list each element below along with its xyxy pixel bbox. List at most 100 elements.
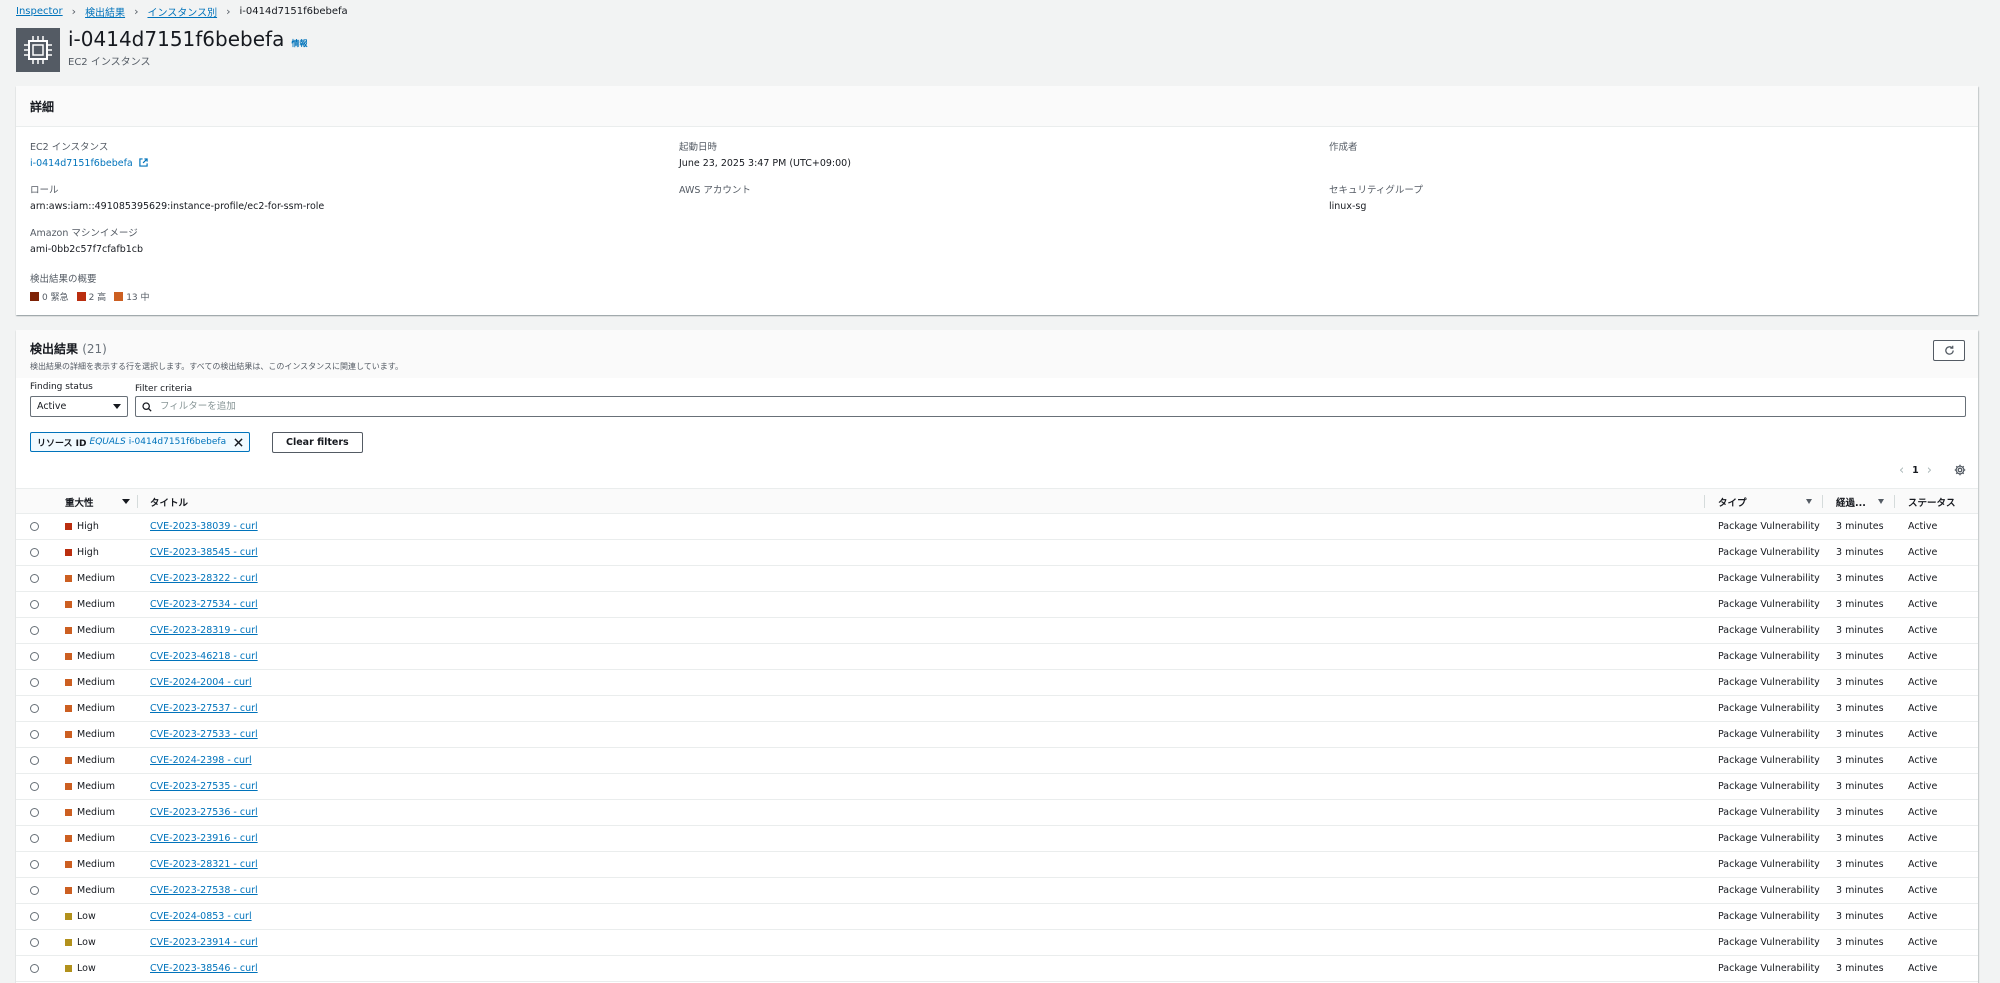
finding-title-link[interactable]: CVE-2023-28322 - curl	[150, 573, 258, 584]
severity-icon	[65, 601, 72, 608]
column-type[interactable]: タイプ	[1718, 489, 1747, 514]
table-row[interactable]: Low CVE-2023-38546 - curl Package Vulnerab…	[16, 956, 1978, 982]
table-row[interactable]: Medium CVE-2023-27533 - curl Package Vulne…	[16, 722, 1978, 748]
findings-header: 検出結果 (21) 検出結果の詳細を表示する行を選択します。すべての検出結果は、…	[16, 330, 1978, 378]
status-cell: Active	[1908, 833, 1938, 844]
finding-status-select[interactable]: Active	[30, 396, 128, 417]
next-page-icon[interactable]: ›	[1927, 463, 1932, 478]
info-link[interactable]: 情報	[292, 39, 308, 48]
breadcrumb-inspector[interactable]: Inspector	[16, 6, 63, 17]
chevron-right-icon: ›	[226, 4, 231, 18]
row-select-radio[interactable]	[30, 592, 39, 617]
age-cell: 3 minutes	[1836, 963, 1884, 974]
table-row[interactable]: Medium CVE-2023-27536 - curl Package Vulne…	[16, 800, 1978, 826]
title-cell: CVE-2023-27538 - curl	[150, 878, 258, 903]
row-select-radio[interactable]	[30, 852, 39, 877]
table-row[interactable]: Medium CVE-2023-46218 - curl Package Vulne…	[16, 644, 1978, 670]
table-row[interactable]: Medium CVE-2023-28321 - curl Package Vulne…	[16, 852, 1978, 878]
finding-title-link[interactable]: CVE-2023-23916 - curl	[150, 833, 258, 844]
external-link-icon[interactable]	[139, 158, 148, 170]
ami-value: ami-0bb2c57f7cfafb1cb	[30, 244, 144, 255]
table-row[interactable]: Medium CVE-2024-2398 - curl Package Vulner…	[16, 748, 1978, 774]
table-row[interactable]: Medium CVE-2023-23916 - curl Package Vulne…	[16, 826, 1978, 852]
column-age[interactable]: 経過...	[1836, 489, 1866, 514]
row-select-radio[interactable]	[30, 956, 39, 981]
settings-gear-icon[interactable]	[1954, 464, 1966, 476]
row-select-radio[interactable]	[30, 800, 39, 825]
column-status[interactable]: ステータス	[1908, 489, 1956, 514]
finding-title-link[interactable]: CVE-2024-2004 - curl	[150, 677, 252, 688]
table-row[interactable]: Low CVE-2023-23914 - curl Package Vulnerab…	[16, 930, 1978, 956]
refresh-icon	[1944, 345, 1954, 355]
type-cell: Package Vulnerability	[1718, 755, 1820, 766]
row-select-radio[interactable]	[30, 826, 39, 851]
security-group-value: linux-sg	[1329, 201, 1367, 212]
table-row[interactable]: Medium CVE-2023-27534 - curl Package Vulne…	[16, 592, 1978, 618]
row-select-radio[interactable]	[30, 618, 39, 643]
table-row[interactable]: Medium CVE-2023-27537 - curl Package Vulne…	[16, 696, 1978, 722]
table-row[interactable]: Medium CVE-2023-27538 - curl Package Vulne…	[16, 878, 1978, 904]
type-cell: Package Vulnerability	[1718, 911, 1820, 922]
finding-title-link[interactable]: CVE-2023-27538 - curl	[150, 885, 258, 896]
row-select-radio[interactable]	[30, 696, 39, 721]
severity-icon	[65, 549, 72, 556]
finding-title-link[interactable]: CVE-2023-27534 - curl	[150, 599, 258, 610]
row-select-radio[interactable]	[30, 540, 39, 565]
summary-medium: 13 中	[114, 290, 150, 303]
row-select-radio[interactable]	[30, 722, 39, 747]
finding-title-link[interactable]: CVE-2023-23914 - curl	[150, 937, 258, 948]
row-select-radio[interactable]	[30, 670, 39, 695]
row-select-radio[interactable]	[30, 904, 39, 929]
finding-title-link[interactable]: CVE-2023-46218 - curl	[150, 651, 258, 662]
finding-title-link[interactable]: CVE-2023-38039 - curl	[150, 521, 258, 532]
finding-title-link[interactable]: CVE-2023-28319 - curl	[150, 625, 258, 636]
table-row[interactable]: High CVE-2023-38039 - curl Package Vulnera…	[16, 514, 1978, 540]
row-select-radio[interactable]	[30, 644, 39, 669]
table-row[interactable]: Medium CVE-2024-2004 - curl Package Vulner…	[16, 670, 1978, 696]
row-select-radio[interactable]	[30, 930, 39, 955]
row-select-radio[interactable]	[30, 514, 39, 539]
previous-page-icon[interactable]: ‹	[1899, 463, 1904, 478]
row-select-radio[interactable]	[30, 748, 39, 773]
severity-icon	[65, 861, 72, 868]
finding-title-link[interactable]: CVE-2023-28321 - curl	[150, 859, 258, 870]
table-row[interactable]: Medium CVE-2023-28319 - curl Package Vulne…	[16, 618, 1978, 644]
finding-status-label: Finding status	[30, 382, 93, 392]
table-row[interactable]: Medium CVE-2023-27535 - curl Package Vulne…	[16, 774, 1978, 800]
remove-filter-icon[interactable]	[234, 437, 243, 447]
finding-title-link[interactable]: CVE-2023-27533 - curl	[150, 729, 258, 740]
severity-icon	[65, 523, 72, 530]
page-number[interactable]: 1	[1912, 465, 1919, 476]
title-cell: CVE-2023-38546 - curl	[150, 956, 258, 981]
sort-desc-icon[interactable]	[122, 499, 130, 504]
row-select-radio[interactable]	[30, 774, 39, 799]
row-select-radio[interactable]	[30, 878, 39, 903]
finding-title-link[interactable]: CVE-2024-2398 - curl	[150, 755, 252, 766]
sort-icon[interactable]	[1878, 499, 1884, 504]
finding-title-link[interactable]: CVE-2024-0853 - curl	[150, 911, 252, 922]
breadcrumb-findings[interactable]: 検出結果	[85, 4, 125, 19]
table-row[interactable]: High CVE-2023-38545 - curl Package Vulnera…	[16, 540, 1978, 566]
table-row[interactable]: Low CVE-2024-0853 - curl Package Vulnerabi…	[16, 904, 1978, 930]
severity-icon	[65, 731, 72, 738]
column-title[interactable]: タイトル	[150, 489, 188, 514]
finding-title-link[interactable]: CVE-2023-38546 - curl	[150, 963, 258, 974]
severity-cell: High	[65, 514, 99, 539]
finding-title-link[interactable]: CVE-2023-38545 - curl	[150, 547, 258, 558]
finding-title-link[interactable]: CVE-2023-27536 - curl	[150, 807, 258, 818]
finding-title-link[interactable]: CVE-2023-27537 - curl	[150, 703, 258, 714]
type-cell: Package Vulnerability	[1718, 833, 1820, 844]
severity-cell: High	[65, 540, 99, 565]
ec2-instance-link[interactable]: i-0414d7151f6bebefa	[30, 158, 133, 169]
breadcrumb-by-instance[interactable]: インスタンス別	[147, 4, 217, 19]
refresh-button[interactable]	[1933, 340, 1965, 361]
filter-criteria-input[interactable]	[135, 396, 1966, 417]
sort-icon[interactable]	[1806, 499, 1812, 504]
row-select-radio[interactable]	[30, 566, 39, 591]
filter-search-input[interactable]	[160, 401, 760, 412]
severity-icon	[65, 679, 72, 686]
table-row[interactable]: Medium CVE-2023-28322 - curl Package Vulne…	[16, 566, 1978, 592]
clear-filters-button[interactable]: Clear filters	[272, 432, 363, 453]
title-cell: CVE-2023-27537 - curl	[150, 696, 258, 721]
finding-title-link[interactable]: CVE-2023-27535 - curl	[150, 781, 258, 792]
